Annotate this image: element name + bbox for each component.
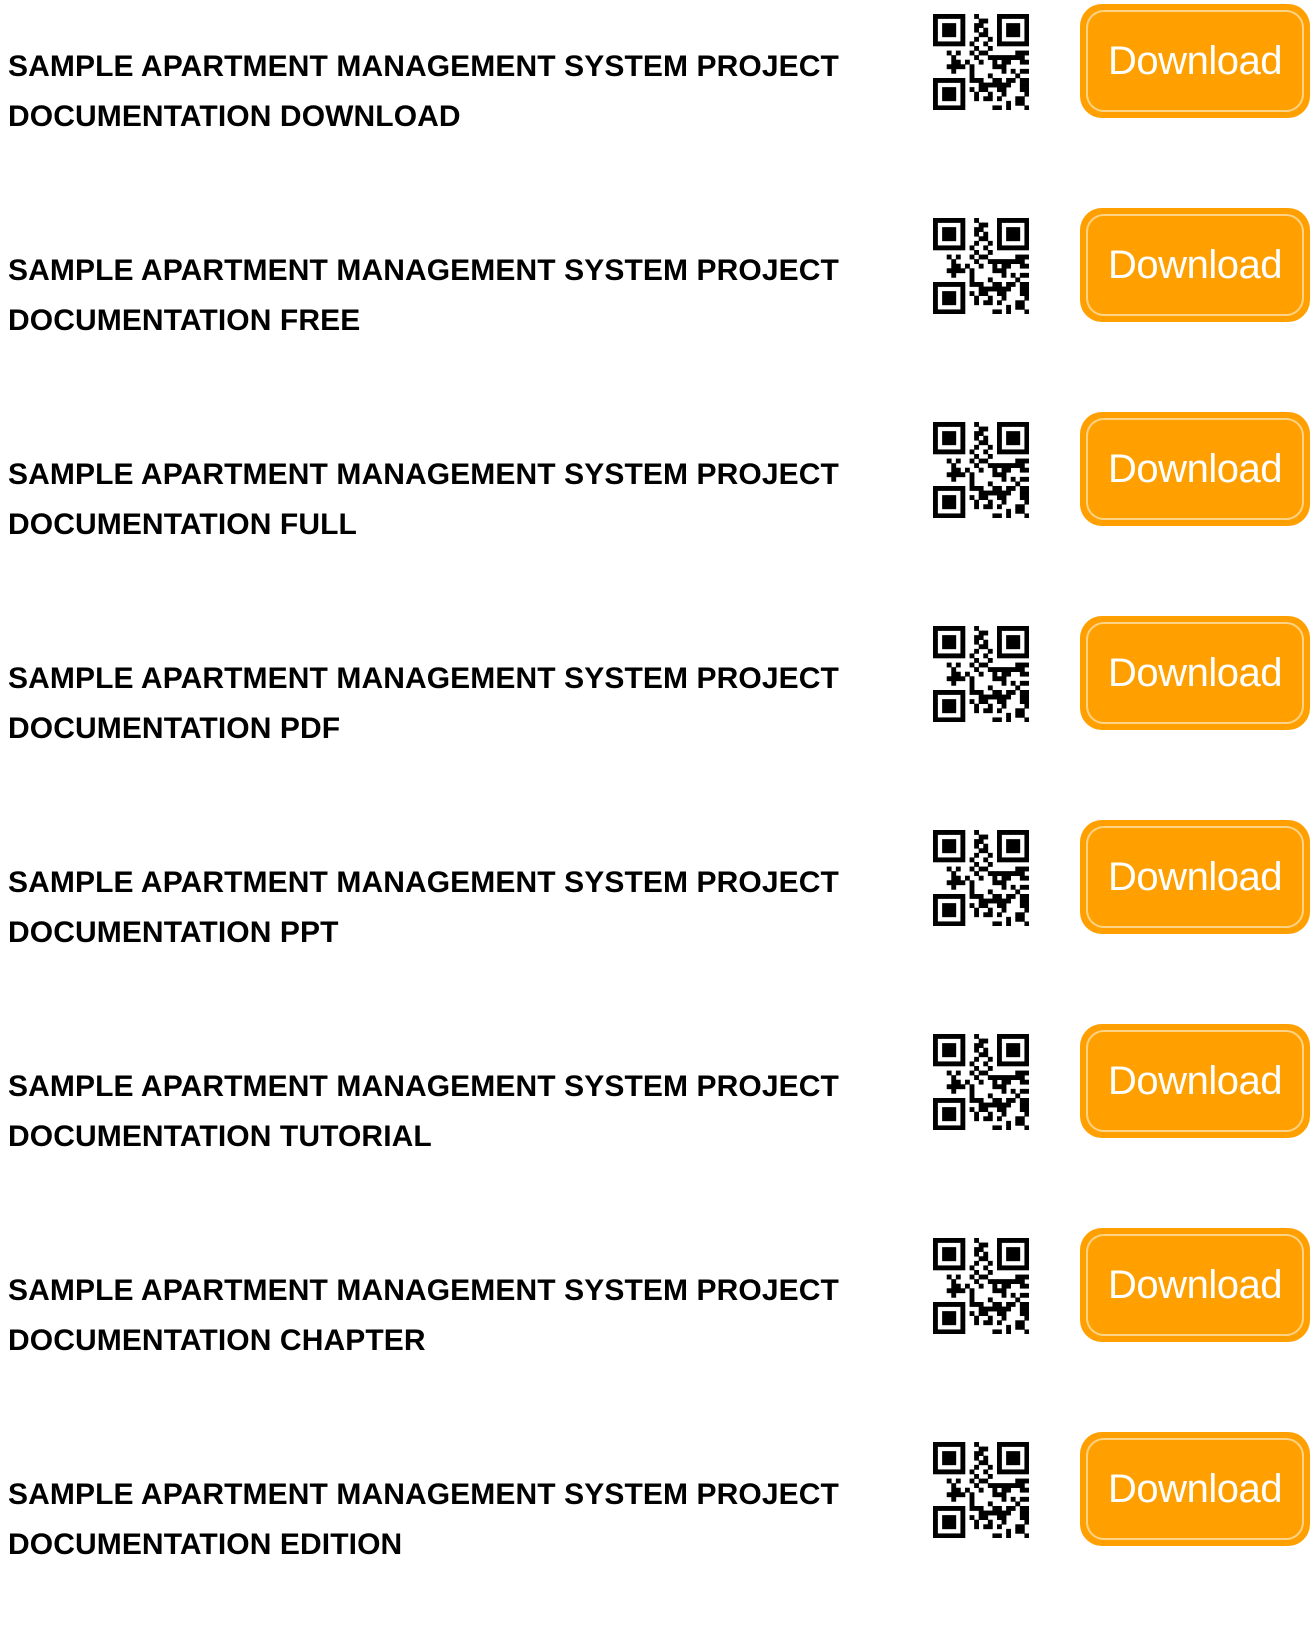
document-title[interactable]: SAMPLE APARTMENT MANAGEMENT SYSTEM PROJE…: [8, 42, 908, 142]
document-title-line-2: DOCUMENTATION FREE: [8, 304, 361, 337]
download-row: SAMPLE APARTMENT MANAGEMENT SYSTEM PROJE…: [0, 1224, 1314, 1428]
document-title-line-1: SAMPLE APARTMENT MANAGEMENT SYSTEM PROJE…: [8, 1070, 839, 1103]
document-title[interactable]: SAMPLE APARTMENT MANAGEMENT SYSTEM PROJE…: [8, 858, 908, 958]
download-button[interactable]: Download: [1080, 4, 1310, 118]
qr-code-icon: [933, 1034, 1029, 1130]
download-button[interactable]: Download: [1080, 616, 1310, 730]
document-title-line-1: SAMPLE APARTMENT MANAGEMENT SYSTEM PROJE…: [8, 1274, 839, 1307]
document-title[interactable]: SAMPLE APARTMENT MANAGEMENT SYSTEM PROJE…: [8, 654, 908, 754]
qr-code-icon: [933, 626, 1029, 722]
download-button-label: Download: [1108, 1058, 1282, 1103]
download-button-label: Download: [1108, 242, 1282, 287]
download-button[interactable]: Download: [1080, 1432, 1310, 1546]
document-title[interactable]: SAMPLE APARTMENT MANAGEMENT SYSTEM PROJE…: [8, 1266, 908, 1366]
document-title-line-1: SAMPLE APARTMENT MANAGEMENT SYSTEM PROJE…: [8, 1478, 839, 1511]
download-button-label: Download: [1108, 446, 1282, 491]
download-button[interactable]: Download: [1080, 820, 1310, 934]
download-row: SAMPLE APARTMENT MANAGEMENT SYSTEM PROJE…: [0, 612, 1314, 816]
download-row: SAMPLE APARTMENT MANAGEMENT SYSTEM PROJE…: [0, 816, 1314, 1020]
download-button-label: Download: [1108, 1262, 1282, 1307]
document-title-line-2: DOCUMENTATION TUTORIAL: [8, 1120, 432, 1153]
document-title-line-2: DOCUMENTATION FULL: [8, 508, 357, 541]
document-title-line-2: DOCUMENTATION PDF: [8, 712, 341, 745]
document-title-line-2: DOCUMENTATION CHAPTER: [8, 1324, 426, 1357]
download-button[interactable]: Download: [1080, 208, 1310, 322]
document-title[interactable]: SAMPLE APARTMENT MANAGEMENT SYSTEM PROJE…: [8, 450, 908, 550]
document-title-line-2: DOCUMENTATION PPT: [8, 916, 339, 949]
qr-code-icon: [933, 1442, 1029, 1538]
download-row: SAMPLE APARTMENT MANAGEMENT SYSTEM PROJE…: [0, 1020, 1314, 1224]
document-title[interactable]: SAMPLE APARTMENT MANAGEMENT SYSTEM PROJE…: [8, 1470, 908, 1570]
document-title-line-1: SAMPLE APARTMENT MANAGEMENT SYSTEM PROJE…: [8, 662, 839, 695]
download-button[interactable]: Download: [1080, 1228, 1310, 1342]
document-title-line-1: SAMPLE APARTMENT MANAGEMENT SYSTEM PROJE…: [8, 50, 839, 83]
download-row: SAMPLE APARTMENT MANAGEMENT SYSTEM PROJE…: [0, 0, 1314, 204]
download-row: SAMPLE APARTMENT MANAGEMENT SYSTEM PROJE…: [0, 204, 1314, 408]
qr-code-icon: [933, 14, 1029, 110]
download-button-label: Download: [1108, 1466, 1282, 1511]
download-button-label: Download: [1108, 854, 1282, 899]
qr-code-icon: [933, 422, 1029, 518]
download-row: SAMPLE APARTMENT MANAGEMENT SYSTEM PROJE…: [0, 1428, 1314, 1632]
qr-code-icon: [933, 1238, 1029, 1334]
download-button[interactable]: Download: [1080, 1024, 1310, 1138]
qr-code-icon: [933, 218, 1029, 314]
document-title-line-2: DOCUMENTATION DOWNLOAD: [8, 100, 461, 133]
document-title-line-1: SAMPLE APARTMENT MANAGEMENT SYSTEM PROJE…: [8, 458, 839, 491]
qr-code-icon: [933, 830, 1029, 926]
document-title[interactable]: SAMPLE APARTMENT MANAGEMENT SYSTEM PROJE…: [8, 246, 908, 346]
download-button-label: Download: [1108, 38, 1282, 83]
document-title-line-1: SAMPLE APARTMENT MANAGEMENT SYSTEM PROJE…: [8, 254, 839, 287]
document-title-line-1: SAMPLE APARTMENT MANAGEMENT SYSTEM PROJE…: [8, 866, 839, 899]
download-button-label: Download: [1108, 650, 1282, 695]
download-button[interactable]: Download: [1080, 412, 1310, 526]
document-title[interactable]: SAMPLE APARTMENT MANAGEMENT SYSTEM PROJE…: [8, 1062, 908, 1162]
download-row: SAMPLE APARTMENT MANAGEMENT SYSTEM PROJE…: [0, 408, 1314, 612]
document-title-line-2: DOCUMENTATION EDITION: [8, 1528, 403, 1561]
